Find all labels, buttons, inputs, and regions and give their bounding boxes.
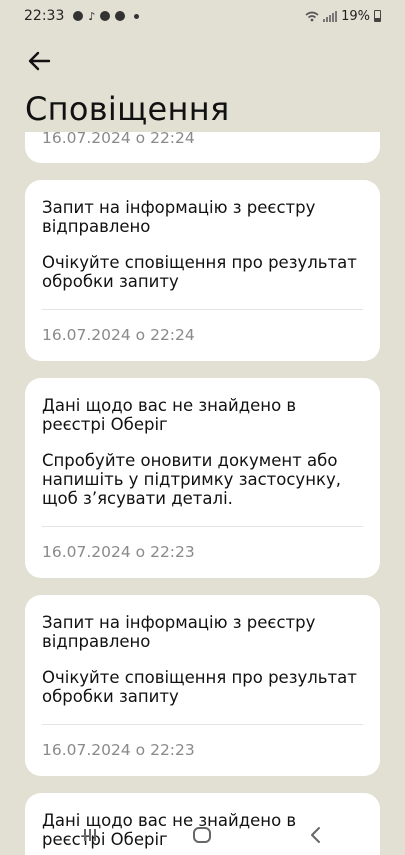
notification-body: Спробуйте оновити документ або напишіть … (42, 451, 341, 508)
status-left: 22:33 ♪ (24, 8, 140, 24)
app-notification-icon (100, 11, 111, 21)
notification-title: Запит на інформацію з реєстру відправлен… (42, 613, 316, 651)
divider (42, 526, 363, 527)
notification-date: 16.07.2024 о 22:24 (42, 326, 195, 344)
app-notification-icon (115, 11, 126, 21)
signal-icon (323, 10, 338, 22)
arrow-left-icon (28, 51, 51, 71)
notification-body: Очікуйте сповіщення про результат обробк… (42, 253, 357, 291)
home-button[interactable] (192, 826, 212, 848)
status-time: 22:33 (24, 8, 65, 24)
notification-card[interactable]: Дані щодо вас не знайдено в реєстрі Обер… (25, 378, 380, 578)
more-notifications-dot (134, 13, 140, 19)
battery-percent: 19% (341, 8, 370, 24)
divider (42, 309, 363, 310)
notification-date: 16.07.2024 о 22:23 (42, 543, 195, 561)
back-nav-button[interactable] (309, 826, 323, 848)
recent-apps-icon (84, 829, 96, 841)
recent-apps-button[interactable] (82, 827, 98, 847)
notification-title: Дані щодо вас не знайдено в реєстрі Обер… (42, 396, 297, 434)
notification-card[interactable]: Запит на інформацію з реєстру відправлен… (25, 180, 380, 361)
telegram-icon (73, 11, 84, 21)
page-title: Сповіщення (25, 90, 230, 128)
wifi-icon (305, 11, 319, 21)
notification-card[interactable]: Запит на інформацію з реєстру відправлен… (25, 595, 380, 776)
status-bar: 22:33 ♪ 19% (0, 0, 405, 32)
notification-body: Очікуйте сповіщення про результат обробк… (42, 668, 357, 706)
notification-date: 16.07.2024 о 22:23 (42, 741, 195, 759)
status-right: 19% (305, 9, 381, 24)
app-header: Сповіщення (0, 32, 405, 132)
back-button[interactable] (24, 48, 54, 74)
battery-icon (374, 10, 381, 22)
chevron-left-icon (311, 827, 320, 843)
tiktok-icon: ♪ (88, 9, 96, 23)
notification-title: Запит на інформацію з реєстру відправлен… (42, 198, 316, 236)
divider (42, 724, 363, 725)
home-icon (193, 827, 211, 843)
